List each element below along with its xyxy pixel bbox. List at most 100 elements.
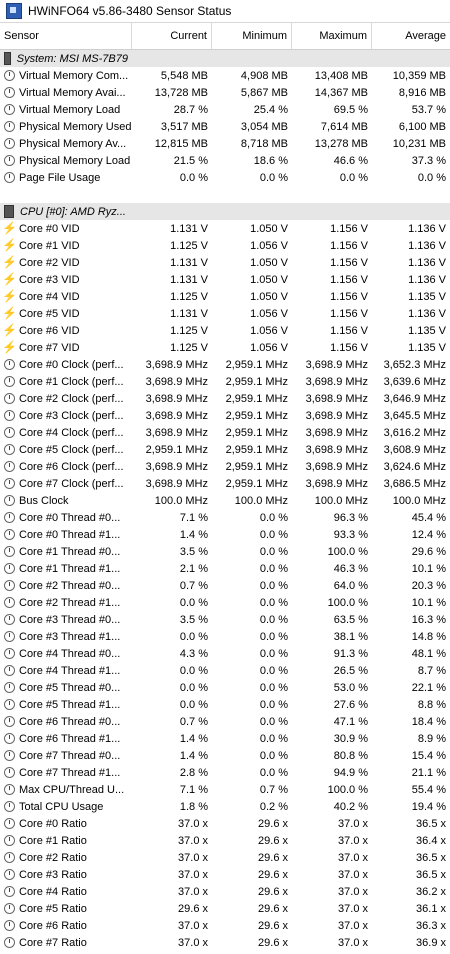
sensor-row[interactable]: Core #2 Clock (perf... 3,698.9 MHz 2,959.1… xyxy=(0,390,450,407)
maximum-value-cell: 46.6 % xyxy=(333,154,368,167)
sensor-group-row[interactable]: System: MSI MS-7B79 xyxy=(0,50,450,67)
sensor-row[interactable]: Core #7 Thread #1... 2.8 % 0.0 % 94.9 % 21.1… xyxy=(0,764,450,781)
clock-icon-shape xyxy=(4,920,15,931)
sensor-row[interactable]: ⚡ Core #7 VID 1.125 V 1.056 V 1.156 V 1.135 V xyxy=(0,339,450,356)
sensor-row[interactable]: Core #7 Thread #0... 1.4 % 0.0 % 80.8 % 15.4… xyxy=(0,747,450,764)
sensor-row[interactable]: Core #5 Thread #0... 0.0 % 0.0 % 53.0 % 22.1… xyxy=(0,679,450,696)
sensor-row[interactable]: Core #6 Thread #0... 0.7 % 0.0 % 47.1 % 18.4… xyxy=(0,713,450,730)
sensor-label: Core #7 Ratio xyxy=(19,936,87,949)
current-value-cell: 0.0 % xyxy=(179,171,208,184)
average-value-cell: 22.1 % xyxy=(411,681,446,694)
column-header-minimum[interactable]: Minimum xyxy=(212,23,292,49)
sensor-row[interactable]: ⚡ Core #0 VID 1.131 V 1.050 V 1.156 V 1.136 V xyxy=(0,220,450,237)
sensor-label: Core #4 Clock (perf... xyxy=(19,426,124,439)
sensor-row[interactable]: Physical Memory Av... 12,815 MB 8,718 MB 13… xyxy=(0,135,450,152)
sensor-row[interactable]: Virtual Memory Com... 5,548 MB 4,908 MB 13,… xyxy=(0,67,450,84)
sensor-row[interactable]: Core #2 Thread #1... 0.0 % 0.0 % 100.0 % 10.… xyxy=(0,594,450,611)
average-value-cell: 8.9 % xyxy=(417,732,446,745)
sensor-row[interactable]: ⚡ Core #2 VID 1.131 V 1.050 V 1.156 V 1.136 V xyxy=(0,254,450,271)
sensor-row[interactable]: Core #1 Ratio 37.0 x 29.6 x 37.0 x 36.4 x xyxy=(0,832,450,849)
current-value-cell: 1.131 V xyxy=(170,273,208,286)
sensor-row[interactable]: Core #7 Ratio 37.0 x 29.6 x 37.0 x 36.9 x xyxy=(0,934,450,951)
sensor-row[interactable]: Core #1 Thread #0... 3.5 % 0.0 % 100.0 % 29.… xyxy=(0,543,450,560)
sensor-row[interactable]: ⚡ Core #5 VID 1.131 V 1.056 V 1.156 V 1.136 V xyxy=(0,305,450,322)
sensor-row[interactable]: Core #0 Ratio 37.0 x 29.6 x 37.0 x 36.5 x xyxy=(0,815,450,832)
column-header-current[interactable]: Current xyxy=(132,23,212,49)
current-value-cell: 1.8 % xyxy=(179,800,208,813)
minimum-value-cell: 0.2 % xyxy=(259,800,288,813)
sensor-row[interactable]: Core #3 Ratio 37.0 x 29.6 x 37.0 x 36.5 x xyxy=(0,866,450,883)
current-value-cell: 37.0 x xyxy=(178,868,208,881)
minimum-value-cell: 1.050 V xyxy=(250,222,288,235)
average-value-cell: 45.4 % xyxy=(411,511,446,524)
sensor-row[interactable]: Core #6 Clock (perf... 3,698.9 MHz 2,959.1… xyxy=(0,458,450,475)
sensor-name-cell: Core #7 Ratio xyxy=(0,934,132,951)
clock-icon-shape xyxy=(4,461,15,472)
sensor-row[interactable]: Core #5 Ratio 29.6 x 29.6 x 37.0 x 36.1 x xyxy=(0,900,450,917)
current-value-cell: 37.0 x xyxy=(178,817,208,830)
minimum-value-cell: 0.0 % xyxy=(259,766,288,779)
maximum-value-cell: 37.0 x xyxy=(338,902,368,915)
sensor-row[interactable]: Core #2 Ratio 37.0 x 29.6 x 37.0 x 36.5 x xyxy=(0,849,450,866)
sensor-row[interactable]: Page File Usage 0.0 % 0.0 % 0.0 % 0.0 % xyxy=(0,169,450,186)
current-value-cell: 2.8 % xyxy=(179,766,208,779)
current-value-cell: 1.131 V xyxy=(170,256,208,269)
sensor-name-cell: Core #2 Clock (perf... xyxy=(0,390,132,407)
minimum-value-cell: 29.6 x xyxy=(258,868,288,881)
sensor-row[interactable]: Virtual Memory Avai... 13,728 MB 5,867 MB 1… xyxy=(0,84,450,101)
sensor-row[interactable]: Core #4 Clock (perf... 3,698.9 MHz 2,959.1… xyxy=(0,424,450,441)
column-header-average[interactable]: Average xyxy=(372,23,450,49)
sensor-label: Core #4 VID xyxy=(19,290,80,303)
sensor-name-cell: Physical Memory Load xyxy=(0,152,132,169)
average-value-cell: 0.0 % xyxy=(417,171,446,184)
sensor-row[interactable]: ⚡ Core #1 VID 1.125 V 1.056 V 1.156 V 1.136 V xyxy=(0,237,450,254)
minimum-value-cell: 2,959.1 MHz xyxy=(225,426,288,439)
sensor-row[interactable]: Core #5 Thread #1... 0.0 % 0.0 % 27.6 % 8.8 … xyxy=(0,696,450,713)
sensor-row[interactable]: Core #4 Thread #1... 0.0 % 0.0 % 26.5 % 8.7 … xyxy=(0,662,450,679)
sensor-group-row[interactable]: CPU [#0]: AMD Ryz... xyxy=(0,203,450,220)
sensor-row[interactable]: Virtual Memory Load 28.7 % 25.4 % 69.5 % 53.… xyxy=(0,101,450,118)
sensor-row[interactable]: Total CPU Usage 1.8 % 0.2 % 40.2 % 19.4 % xyxy=(0,798,450,815)
average-value-cell: 3,652.3 MHz xyxy=(383,358,446,371)
sensor-row[interactable]: Core #6 Ratio 37.0 x 29.6 x 37.0 x 36.3 x xyxy=(0,917,450,934)
sensor-name-cell: Core #0 Thread #0... xyxy=(0,509,132,526)
sensor-row[interactable]: ⚡ Core #4 VID 1.125 V 1.050 V 1.156 V 1.135 V xyxy=(0,288,450,305)
sensor-row[interactable]: ⚡ Core #6 VID 1.125 V 1.056 V 1.156 V 1.135 V xyxy=(0,322,450,339)
sensor-row[interactable]: Core #3 Clock (perf... 3,698.9 MHz 2,959.1… xyxy=(0,407,450,424)
clock-icon xyxy=(4,529,15,540)
sensor-row[interactable]: Physical Memory Load 21.5 % 18.6 % 46.6 % 37… xyxy=(0,152,450,169)
sensor-row[interactable]: Core #3 Thread #0... 3.5 % 0.0 % 63.5 % 16.3… xyxy=(0,611,450,628)
sensor-label: Core #0 VID xyxy=(19,222,80,235)
sensor-row[interactable]: Core #0 Clock (perf... 3,698.9 MHz 2,959.1… xyxy=(0,356,450,373)
clock-icon-shape xyxy=(4,767,15,778)
sensor-row[interactable]: Core #7 Clock (perf... 3,698.9 MHz 2,959.1… xyxy=(0,475,450,492)
clock-icon-shape xyxy=(4,478,15,489)
sensor-row[interactable]: Core #3 Thread #1... 0.0 % 0.0 % 38.1 % 14.8… xyxy=(0,628,450,645)
clock-icon-shape xyxy=(4,869,15,880)
sensor-row[interactable]: Core #4 Thread #0... 4.3 % 0.0 % 91.3 % 48.1… xyxy=(0,645,450,662)
maximum-value-cell: 1.156 V xyxy=(330,256,368,269)
sensor-row[interactable]: Core #6 Thread #1... 1.4 % 0.0 % 30.9 % 8.9 … xyxy=(0,730,450,747)
sensor-row[interactable]: ⚡ Core #3 VID 1.131 V 1.050 V 1.156 V 1.136 V xyxy=(0,271,450,288)
sensor-row[interactable]: Core #0 Thread #1... 1.4 % 0.0 % 93.3 % 12.4… xyxy=(0,526,450,543)
sensor-row[interactable]: Core #1 Thread #1... 2.1 % 0.0 % 46.3 % 10.1… xyxy=(0,560,450,577)
clock-icon xyxy=(4,869,15,880)
sensor-row[interactable]: Core #5 Clock (perf... 2,959.1 MHz 2,959.1… xyxy=(0,441,450,458)
sensor-row[interactable]: Bus Clock 100.0 MHz 100.0 MHz 100.0 MHz 100.… xyxy=(0,492,450,509)
sensor-row[interactable]: Max CPU/Thread U... 7.1 % 0.7 % 100.0 % 55.4… xyxy=(0,781,450,798)
average-value-cell: 48.1 % xyxy=(411,647,446,660)
column-header-sensor[interactable]: Sensor xyxy=(0,23,132,49)
sensor-table: System: MSI MS-7B79 Virtual Memory Com...… xyxy=(0,50,450,951)
current-value-cell: 2,959.1 MHz xyxy=(145,443,208,456)
clock-icon xyxy=(4,138,15,149)
sensor-row[interactable]: Core #4 Ratio 37.0 x 29.6 x 37.0 x 36.2 x xyxy=(0,883,450,900)
column-header-maximum[interactable]: Maximum xyxy=(292,23,372,49)
sensor-row[interactable]: Core #2 Thread #0... 0.7 % 0.0 % 64.0 % 20.3… xyxy=(0,577,450,594)
sensor-row[interactable]: Core #1 Clock (perf... 3,698.9 MHz 2,959.1… xyxy=(0,373,450,390)
sensor-row[interactable]: Core #0 Thread #0... 7.1 % 0.0 % 96.3 % 45.4… xyxy=(0,509,450,526)
minimum-value-cell: 25.4 % xyxy=(253,103,288,116)
sensor-label: Core #1 VID xyxy=(19,239,80,252)
sensor-label: Core #2 Clock (perf... xyxy=(19,392,124,405)
sensor-row[interactable]: Physical Memory Used 3,517 MB 3,054 MB 7,61… xyxy=(0,118,450,135)
clock-icon xyxy=(4,648,15,659)
